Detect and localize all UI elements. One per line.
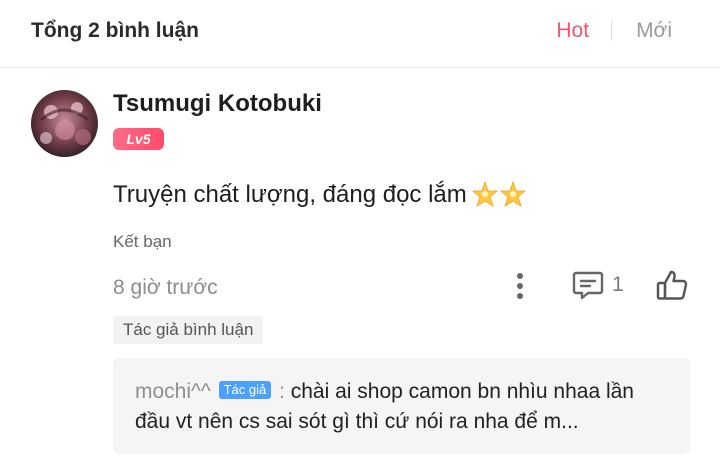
star-sparkle-icon (471, 180, 527, 210)
comments-header: Tổng 2 bình luận Hot Mới (0, 0, 720, 68)
thumbs-up-icon[interactable] (655, 269, 689, 306)
sort-tabs: Hot Mới (556, 19, 672, 43)
comment-text: Truyện chất lượng, đáng đọc lắm (113, 181, 467, 208)
reply-preview[interactable]: mochi^^ Tác giả : chài ai shop camon bn … (113, 358, 690, 454)
comment-username[interactable]: Tsumugi Kotobuki (113, 90, 322, 118)
more-options-icon[interactable] (510, 271, 530, 301)
level-badge: Lv5 (113, 128, 164, 150)
comment-total: Tổng 2 bình luận (31, 19, 199, 42)
add-friend-link[interactable]: Kết bạn (113, 232, 172, 252)
comment-content: Truyện chất lượng, đáng đọc lắm (113, 180, 527, 210)
reply-username[interactable]: mochi^^ (135, 380, 211, 403)
sort-divider (611, 21, 613, 41)
sort-new-tab[interactable]: Mới (636, 19, 672, 43)
reply-button[interactable]: 1 (572, 270, 624, 300)
author-badge: Tác giả (218, 381, 272, 399)
sort-hot-tab[interactable]: Hot (556, 19, 589, 43)
comment-time: 8 giờ trước (113, 276, 218, 299)
comment-icon (572, 271, 604, 300)
reply-separator: : (279, 380, 291, 403)
author-replied-tag: Tác giả bình luận (113, 316, 264, 344)
avatar[interactable] (31, 90, 98, 157)
reply-count: 1 (612, 273, 624, 296)
